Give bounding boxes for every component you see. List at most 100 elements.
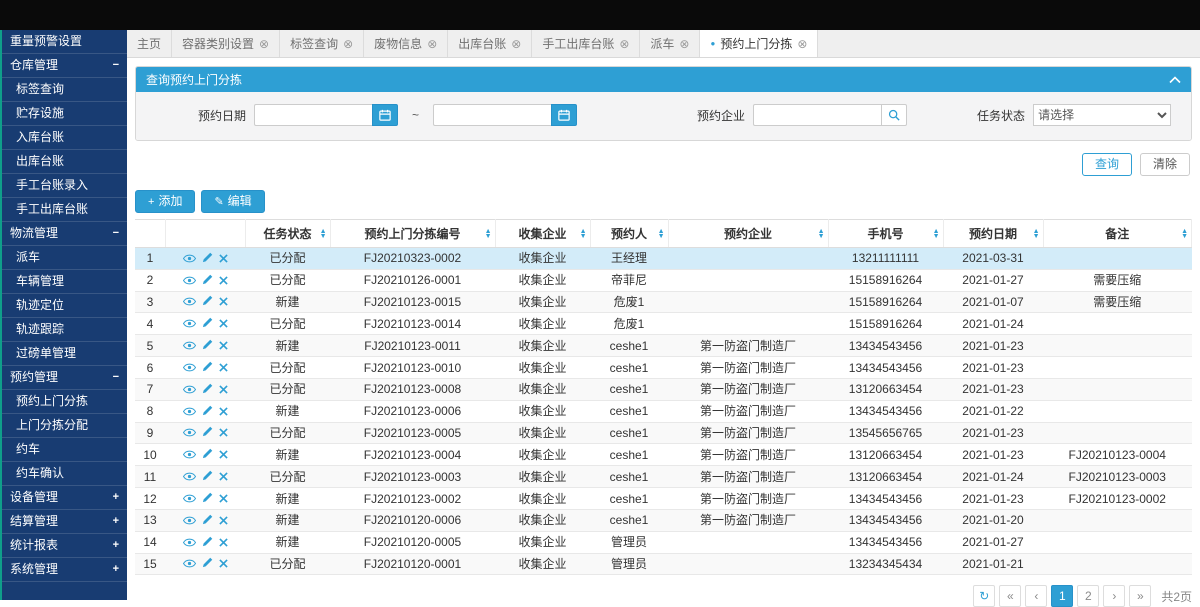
sort-icon[interactable]: ▲▼ xyxy=(933,229,940,239)
view-icon[interactable] xyxy=(183,383,196,397)
sidebar-item[interactable]: 仓库管理− xyxy=(2,54,127,78)
date-to-input[interactable] xyxy=(433,104,551,126)
sidebar-item[interactable]: 轨迹跟踪 xyxy=(2,318,127,342)
table-row[interactable]: 7已分配FJ20210123-0008收集企业ceshe1第一防盗门制造厂131… xyxy=(135,378,1192,400)
table-row[interactable]: 9已分配FJ20210123-0005收集企业ceshe1第一防盗门制造厂135… xyxy=(135,422,1192,444)
sort-icon[interactable]: ▲▼ xyxy=(580,229,587,239)
table-row[interactable]: 11已分配FJ20210123-0003收集企业ceshe1第一防盗门制造厂13… xyxy=(135,466,1192,488)
sort-icon[interactable]: ▲▼ xyxy=(658,229,665,239)
delete-row-icon[interactable] xyxy=(219,426,228,440)
view-icon[interactable] xyxy=(183,339,196,353)
sidebar-item[interactable]: 出库台账 xyxy=(2,150,127,174)
tab-close-icon[interactable]: ⊗ xyxy=(679,37,689,51)
sort-icon[interactable]: ▲▼ xyxy=(818,229,825,239)
sidebar-item[interactable]: 结算管理+ xyxy=(2,510,127,534)
column-header[interactable]: 手机号▲▼ xyxy=(828,220,943,248)
search-panel-header[interactable]: 查询预约上门分拣 xyxy=(136,67,1191,92)
view-icon[interactable] xyxy=(183,470,196,484)
clear-button[interactable]: 清除 xyxy=(1140,153,1190,176)
delete-row-icon[interactable] xyxy=(219,361,228,375)
delete-row-icon[interactable] xyxy=(219,317,228,331)
tab-item[interactable]: 派车⊗ xyxy=(640,30,700,57)
view-icon[interactable] xyxy=(183,557,196,571)
company-input[interactable] xyxy=(753,104,881,126)
table-row[interactable]: 4已分配FJ20210123-0014收集企业危废115158916264202… xyxy=(135,313,1192,335)
sidebar-item[interactable]: 手工台账录入 xyxy=(2,174,127,198)
company-search-button[interactable] xyxy=(881,104,907,126)
delete-row-icon[interactable] xyxy=(219,492,228,506)
edit-row-icon[interactable] xyxy=(202,557,213,571)
column-header[interactable]: 收集企业▲▼ xyxy=(495,220,590,248)
delete-row-icon[interactable] xyxy=(219,274,228,288)
sidebar-item[interactable]: 统计报表+ xyxy=(2,534,127,558)
sort-icon[interactable]: ▲▼ xyxy=(1181,229,1188,239)
view-icon[interactable] xyxy=(183,274,196,288)
tab-close-icon[interactable]: ⊗ xyxy=(259,37,269,51)
page-button[interactable]: 1 xyxy=(1051,585,1073,607)
sidebar-item[interactable]: 过磅单管理 xyxy=(2,342,127,366)
view-icon[interactable] xyxy=(183,252,196,266)
view-icon[interactable] xyxy=(183,361,196,375)
table-row[interactable]: 3新建FJ20210123-0015收集企业危废1151589162642021… xyxy=(135,291,1192,313)
table-row[interactable]: 1已分配FJ20210323-0002收集企业王经理13211111111202… xyxy=(135,248,1192,270)
tab-item[interactable]: 主页 xyxy=(127,30,172,57)
edit-row-icon[interactable] xyxy=(202,405,213,419)
sidebar-item[interactable]: 预约管理− xyxy=(2,366,127,390)
edit-row-icon[interactable] xyxy=(202,295,213,309)
column-header[interactable]: 预约上门分拣编号▲▼ xyxy=(330,220,495,248)
edit-row-icon[interactable] xyxy=(202,514,213,528)
tab-close-icon[interactable]: ⊗ xyxy=(797,37,807,51)
edit-row-icon[interactable] xyxy=(202,274,213,288)
table-row[interactable]: 8新建FJ20210123-0006收集企业ceshe1第一防盗门制造厂1343… xyxy=(135,400,1192,422)
edit-row-icon[interactable] xyxy=(202,361,213,375)
sort-icon[interactable]: ▲▼ xyxy=(485,229,492,239)
date-from-input[interactable] xyxy=(254,104,372,126)
view-icon[interactable] xyxy=(183,536,196,550)
table-row[interactable]: 2已分配FJ20210126-0001收集企业帝菲尼15158916264202… xyxy=(135,269,1192,291)
sidebar-item[interactable]: 设备管理+ xyxy=(2,486,127,510)
column-header[interactable]: 预约企业▲▼ xyxy=(668,220,828,248)
column-header[interactable]: 备注▲▼ xyxy=(1043,220,1192,248)
sidebar-item[interactable]: 手工出库台账 xyxy=(2,198,127,222)
sidebar-item[interactable]: 预约上门分拣 xyxy=(2,390,127,414)
view-icon[interactable] xyxy=(183,295,196,309)
delete-row-icon[interactable] xyxy=(219,557,228,571)
edit-button[interactable]: ✎ 编辑 xyxy=(201,190,264,213)
last-page-button[interactable]: » xyxy=(1129,585,1151,607)
table-row[interactable]: 5新建FJ20210123-0011收集企业ceshe1第一防盗门制造厂1343… xyxy=(135,335,1192,357)
tab-item[interactable]: 容器类别设置⊗ xyxy=(172,30,280,57)
table-row[interactable]: 14新建FJ20210120-0005收集企业管理员13434543456202… xyxy=(135,531,1192,553)
delete-row-icon[interactable] xyxy=(219,448,228,462)
sidebar-item[interactable]: 约车确认 xyxy=(2,462,127,486)
collapse-chevron-icon[interactable] xyxy=(1169,73,1181,87)
refresh-button[interactable]: ↻ xyxy=(973,585,995,607)
edit-row-icon[interactable] xyxy=(202,426,213,440)
tab-item[interactable]: 标签查询⊗ xyxy=(280,30,364,57)
edit-row-icon[interactable] xyxy=(202,492,213,506)
view-icon[interactable] xyxy=(183,448,196,462)
next-page-button[interactable]: › xyxy=(1103,585,1125,607)
delete-row-icon[interactable] xyxy=(219,252,228,266)
status-select[interactable]: 请选择 xyxy=(1033,104,1171,126)
sort-icon[interactable]: ▲▼ xyxy=(1033,229,1040,239)
prev-page-button[interactable]: ‹ xyxy=(1025,585,1047,607)
tab-close-icon[interactable]: ⊗ xyxy=(619,37,629,51)
sidebar-item[interactable]: 贮存设施 xyxy=(2,102,127,126)
edit-row-icon[interactable] xyxy=(202,383,213,397)
column-header[interactable]: 预约人▲▼ xyxy=(590,220,668,248)
sidebar-item[interactable]: 物流管理− xyxy=(2,222,127,246)
sidebar-item[interactable]: 约车 xyxy=(2,438,127,462)
table-row[interactable]: 15已分配FJ20210120-0001收集企业管理员1323434543420… xyxy=(135,553,1192,575)
sidebar-item[interactable]: 上门分拣分配 xyxy=(2,414,127,438)
delete-row-icon[interactable] xyxy=(219,383,228,397)
sidebar-item[interactable]: 轨迹定位 xyxy=(2,294,127,318)
tab-close-icon[interactable]: ⊗ xyxy=(343,37,353,51)
delete-row-icon[interactable] xyxy=(219,339,228,353)
view-icon[interactable] xyxy=(183,317,196,331)
column-header[interactable]: 任务状态▲▼ xyxy=(245,220,330,248)
query-button[interactable]: 查询 xyxy=(1082,153,1132,176)
edit-row-icon[interactable] xyxy=(202,470,213,484)
edit-row-icon[interactable] xyxy=(202,448,213,462)
delete-row-icon[interactable] xyxy=(219,514,228,528)
view-icon[interactable] xyxy=(183,426,196,440)
